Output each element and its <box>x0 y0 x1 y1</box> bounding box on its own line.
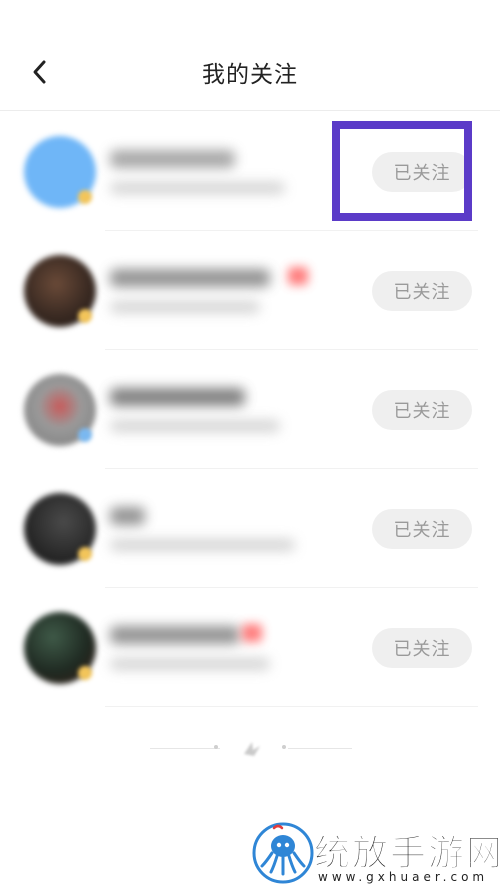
end-of-list-divider-right <box>288 748 352 749</box>
username-blurred <box>110 507 145 525</box>
highlight-annotation-box <box>332 121 472 221</box>
watermark-title: 统放手游网 <box>313 833 500 875</box>
end-of-list-dot <box>214 745 218 749</box>
bio-blurred <box>110 301 260 313</box>
list-item[interactable]: 已关注 <box>0 588 500 707</box>
page-title: 我的关注 <box>202 62 298 88</box>
verified-badge-icon <box>78 547 92 561</box>
end-of-list-divider-left <box>150 748 220 749</box>
following-button[interactable]: 已关注 <box>372 628 472 668</box>
app-screen: 我的关注 已关注 已关注 已关注 已关注 已关注 统放手游网 www.gxhua… <box>0 0 500 889</box>
end-of-list-icon <box>244 742 260 756</box>
bio-blurred <box>110 539 295 551</box>
username-blurred <box>110 388 245 406</box>
verified-badge-icon <box>78 190 92 204</box>
bio-blurred <box>110 420 280 432</box>
octopus-logo-icon <box>252 822 314 884</box>
verified-badge-icon <box>78 309 92 323</box>
bio-blurred <box>110 182 285 194</box>
following-button[interactable]: 已关注 <box>372 509 472 549</box>
end-of-list-dot <box>282 745 286 749</box>
navigation-bar: 我的关注 <box>0 0 500 111</box>
username-blurred <box>110 269 270 287</box>
list-item[interactable]: 已关注 <box>0 469 500 588</box>
username-blurred <box>110 626 240 644</box>
following-button[interactable]: 已关注 <box>372 390 472 430</box>
watermark-domain: www.gxhuaer.com <box>318 870 489 884</box>
verified-badge-icon <box>78 666 92 680</box>
site-watermark: 统放手游网 www.gxhuaer.com <box>252 822 500 886</box>
tag-icon <box>288 267 308 285</box>
list-item[interactable]: 已关注 <box>0 350 500 469</box>
tag-icon <box>242 624 262 642</box>
list-item[interactable]: 已关注 <box>0 231 500 350</box>
following-button[interactable]: 已关注 <box>372 271 472 311</box>
bio-blurred <box>110 658 270 670</box>
username-blurred <box>110 150 235 168</box>
verified-badge-icon <box>78 428 92 442</box>
